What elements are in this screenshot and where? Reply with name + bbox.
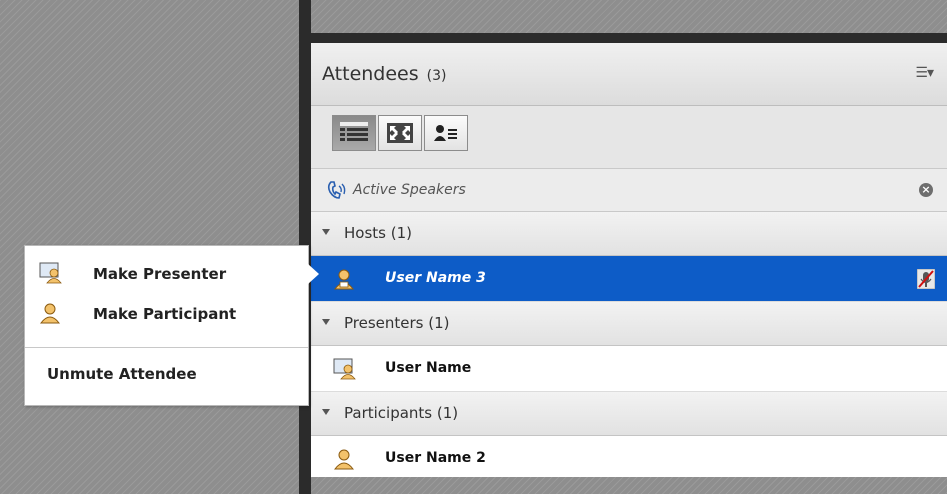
attendees-title: Attendees (3) [322,63,447,85]
participant-icon [333,449,355,470]
group-label: Hosts (1) [344,224,412,242]
attendee-status-icon [434,125,457,141]
user-name: User Name 3 [385,270,486,286]
fullscreen-icon [387,123,413,143]
presenter-icon [39,262,62,284]
attendees-header: Attendees (3) ☰▾ [311,43,947,106]
presenter-icon [333,358,356,380]
user-row-host[interactable]: User Name 3 [311,256,947,302]
attendee-status-button[interactable] [424,115,468,151]
make-presenter-menu-item[interactable]: Make Presenter [25,254,308,294]
context-menu-pointer [308,264,319,284]
list-view-button[interactable] [332,115,376,151]
mic-muted-icon[interactable] [917,269,935,289]
menu-separator [25,347,308,348]
user-row-participant[interactable]: User Name 2 [311,436,947,482]
menu-item-label: Make Presenter [93,265,227,283]
active-speakers-bar[interactable]: Active Speakers × [311,168,947,212]
unmute-attendee-menu-item[interactable]: Unmute Attendee [25,354,308,394]
list-view-icon [340,122,368,141]
user-name: User Name [385,360,472,376]
attendees-toolbar [311,106,947,168]
group-label: Presenters (1) [344,314,450,332]
top-pod-area [311,0,947,33]
group-label: Participants (1) [344,404,459,422]
user-row-presenter[interactable]: User Name [311,346,947,392]
menu-item-label: Make Participant [93,305,237,323]
close-icon[interactable]: × [919,183,933,197]
participant-icon [39,303,61,324]
fullscreen-button[interactable] [378,115,422,151]
make-participant-menu-item[interactable]: Make Participant [25,294,308,334]
attendees-count: (3) [426,68,447,84]
list-menu-icon[interactable]: ☰▾ [915,65,934,81]
host-icon [333,269,355,290]
active-speakers-label: Active Speakers [353,182,466,198]
user-name: User Name 2 [385,450,486,466]
collapse-triangle-icon [322,229,330,235]
group-presenters[interactable]: Presenters (1) [311,302,947,346]
attendees-pod: Attendees (3) ☰▾ Active Speakers × Hosts… [311,43,947,482]
menu-item-label: Unmute Attendee [47,365,197,383]
pod-divider-horizontal [311,33,947,43]
collapse-triangle-icon [322,409,330,415]
group-participants[interactable]: Participants (1) [311,392,947,436]
speaker-phone-icon [327,181,346,199]
collapse-triangle-icon [322,319,330,325]
pod-footer-area [311,477,947,494]
context-menu: Make Presenter Make Participant Unmute A… [24,245,309,406]
group-hosts[interactable]: Hosts (1) [311,212,947,256]
